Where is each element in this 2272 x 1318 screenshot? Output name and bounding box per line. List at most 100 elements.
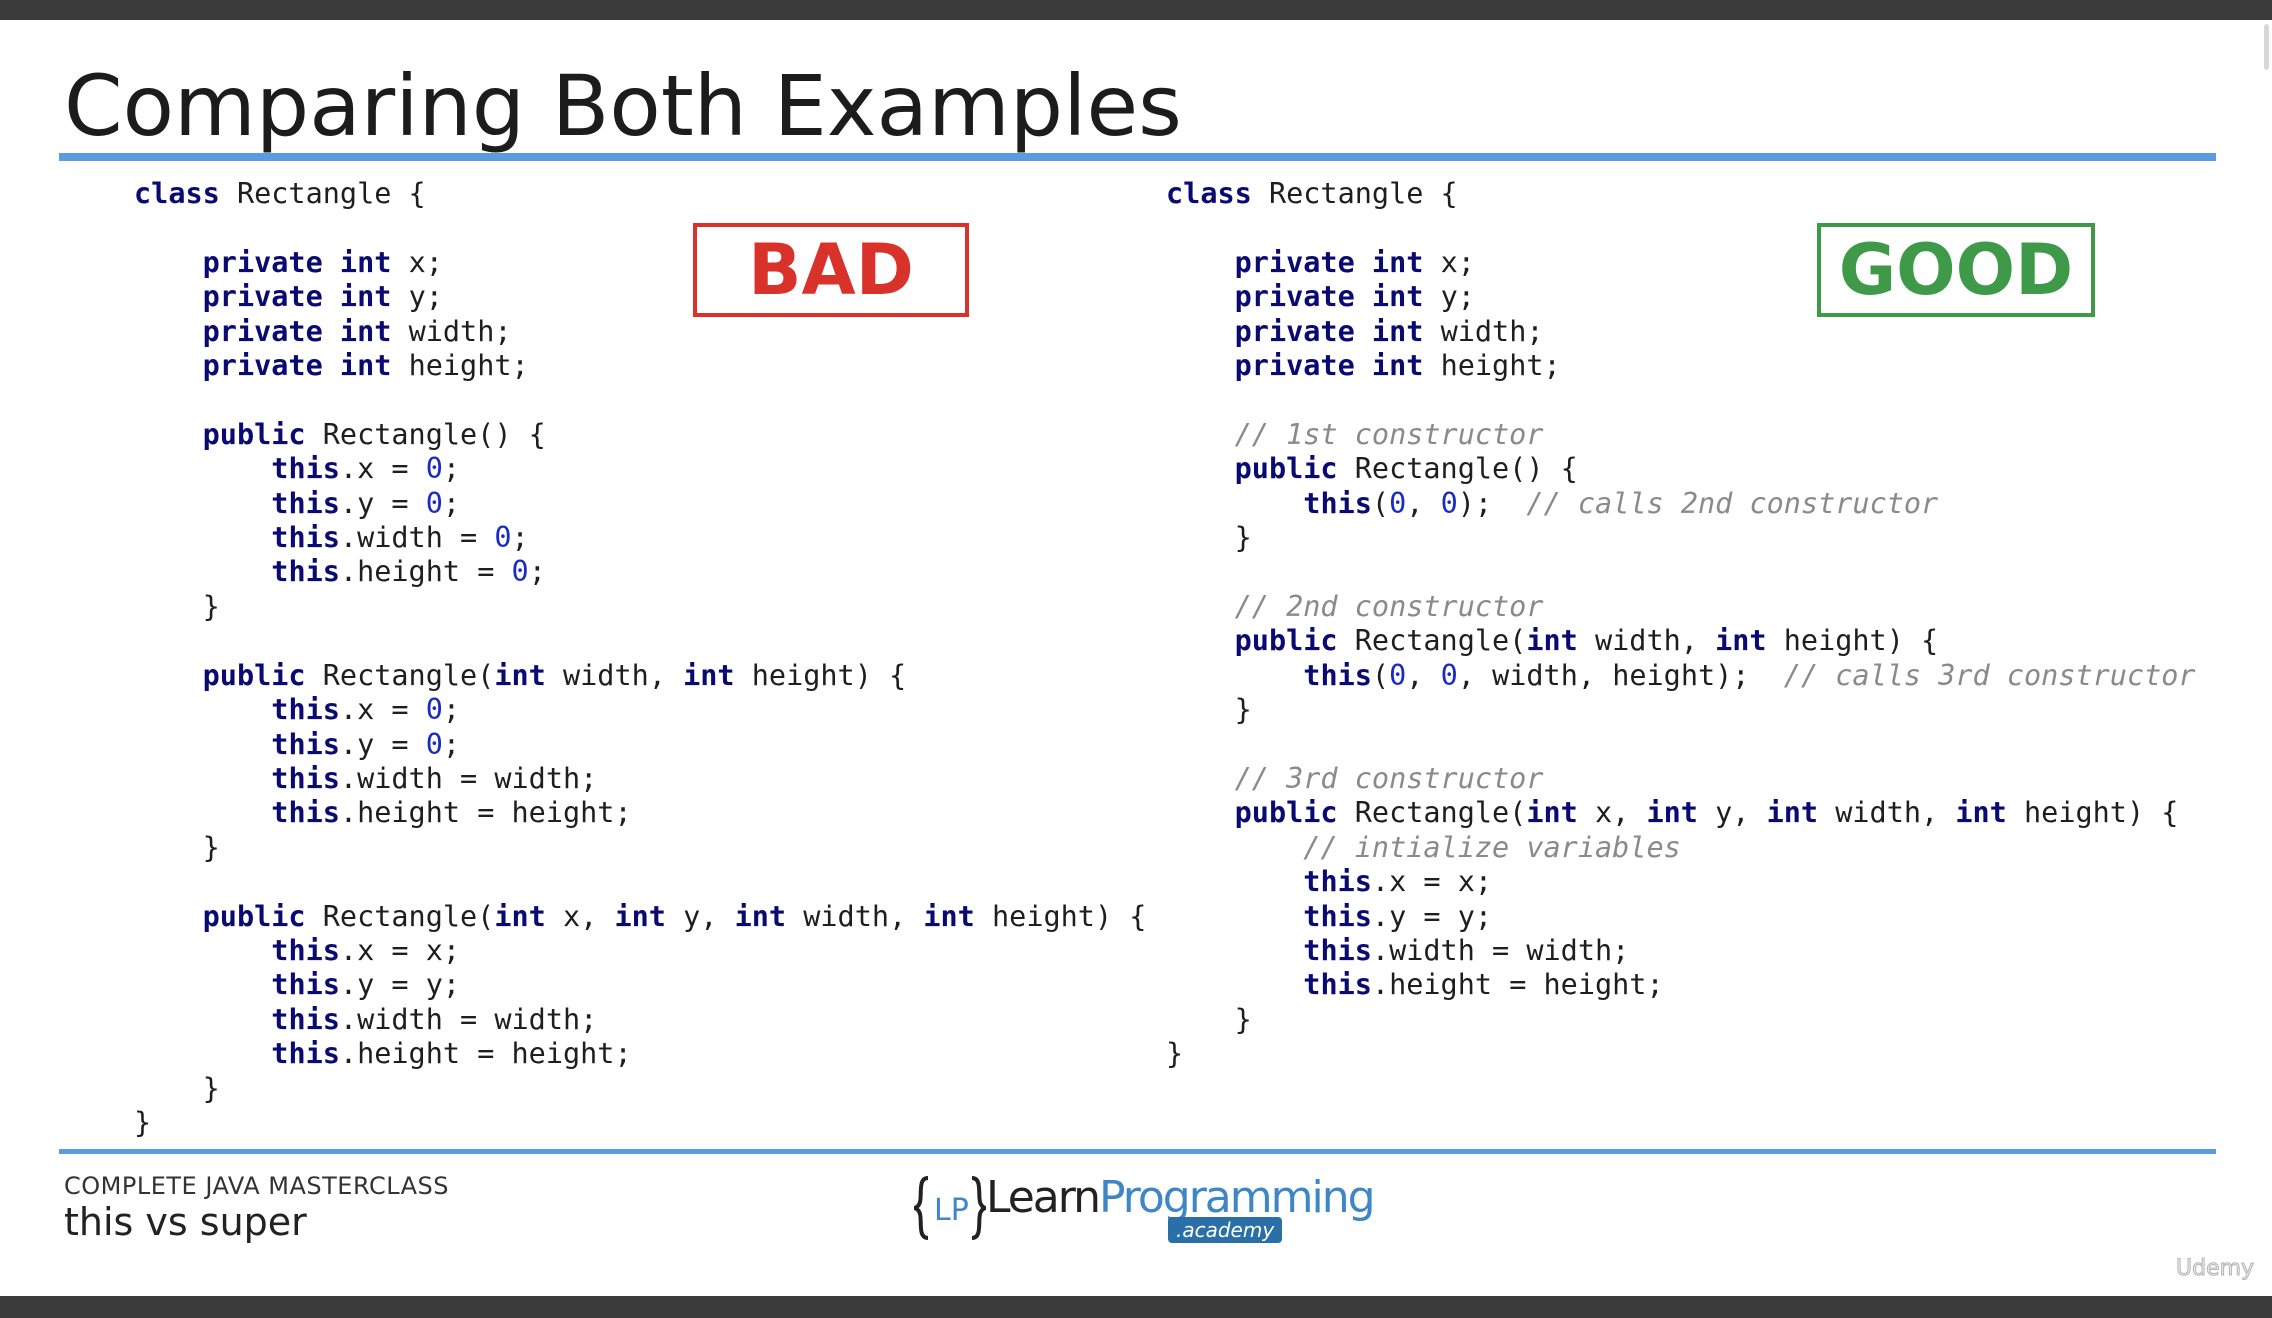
code-keyword: this	[1303, 486, 1372, 520]
code-keyword: int	[1526, 796, 1578, 830]
code-keyword: this	[271, 761, 340, 795]
window-top-bar	[0, 0, 2272, 20]
code-number: 0	[1440, 486, 1458, 520]
code-keyword: int	[1371, 245, 1424, 279]
code-keyword: public	[202, 899, 306, 933]
code-keyword: public	[1234, 796, 1338, 830]
code-keyword: this	[271, 452, 340, 486]
code-comment: // calls 3rd constructor	[1783, 658, 2196, 692]
code-keyword: int	[1371, 280, 1424, 314]
code-keyword: this	[271, 727, 340, 761]
code-comment: // 1st constructor	[1234, 417, 1544, 451]
code-line: // 2nd constructor	[1166, 590, 1544, 623]
code-keyword: this	[271, 1037, 340, 1071]
code-line: }	[1166, 521, 1252, 554]
code-text: Rectangle(	[305, 899, 495, 933]
code-text: ;	[442, 452, 461, 486]
code-text: Rectangle {	[1251, 177, 1458, 210]
code-comment: // intialize variables	[1303, 830, 1681, 864]
code-keyword: int	[1371, 349, 1424, 383]
code-text: ,	[1406, 486, 1441, 520]
code-number: 0	[1389, 658, 1407, 692]
code-keyword: int	[683, 658, 735, 692]
code-line: this.y = y;	[134, 968, 460, 1001]
code-comment: // 2nd constructor	[1234, 589, 1544, 623]
code-text: .width = width;	[339, 761, 598, 795]
code-text: height) {	[974, 899, 1147, 933]
code-text: height;	[391, 349, 529, 383]
learnprogramming-logo: LP LearnProgramming .academy	[914, 1172, 1376, 1244]
code-text: y;	[391, 280, 443, 314]
code-line: }	[134, 1072, 220, 1105]
code-line: this.width = width;	[134, 1003, 597, 1036]
code-keyword: this	[1303, 968, 1372, 1002]
code-text: width;	[391, 314, 512, 348]
code-line: }	[134, 590, 220, 623]
code-text: Rectangle(	[1337, 624, 1527, 658]
code-text: ;	[442, 486, 461, 520]
code-line: // intialize variables	[1166, 831, 1681, 864]
code-keyword: int	[494, 658, 546, 692]
code-keyword: int	[1955, 796, 2007, 830]
code-keyword: int	[339, 314, 392, 348]
code-text: width,	[786, 899, 924, 933]
code-keyword: class	[134, 177, 220, 210]
code-text: x;	[391, 245, 443, 279]
code-text: ;	[511, 521, 529, 555]
code-text: .x = x;	[339, 933, 461, 967]
code-keyword: this	[271, 968, 340, 1002]
code-text: }	[1166, 1002, 1252, 1036]
code-keyword: int	[1526, 624, 1578, 658]
code-line: // 1st constructor	[1166, 418, 1544, 451]
code-keyword: int	[494, 899, 546, 933]
code-keyword: private	[1234, 280, 1355, 314]
scrollbar-thumb[interactable]	[2264, 24, 2269, 70]
code-text: .width =	[339, 521, 495, 555]
window-bottom-bar	[0, 1296, 2272, 1318]
logo-learn-text: Learn	[986, 1172, 1101, 1223]
code-keyword: this	[271, 933, 340, 967]
code-line: this.y = 0;	[134, 728, 460, 761]
footer-divider	[59, 1149, 2216, 1154]
slide-title: Comparing Both Examples	[64, 57, 1182, 155]
code-text: .height = height;	[1371, 968, 1664, 1002]
code-keyword: this	[1303, 865, 1372, 899]
code-number: 0	[425, 693, 443, 727]
code-text: x,	[1577, 796, 1647, 830]
code-text: .y = y;	[1371, 899, 1493, 933]
code-keyword: private	[202, 245, 323, 279]
code-line: this.width = width;	[1166, 934, 1629, 967]
code-text: }	[1166, 521, 1252, 555]
code-line: private int y;	[1166, 280, 1475, 313]
code-keyword: private	[1234, 245, 1355, 279]
lp-brace-icon: LP	[914, 1176, 986, 1240]
code-text: .height = height;	[339, 796, 632, 830]
code-text: (	[1371, 486, 1390, 520]
code-line: private int height;	[1166, 349, 1561, 382]
code-keyword: public	[1234, 624, 1338, 658]
code-line: this.y = 0;	[134, 487, 460, 520]
code-text: ,	[1406, 658, 1441, 692]
code-keyword: int	[1371, 314, 1424, 348]
lesson-name: this vs super	[64, 1200, 307, 1244]
code-line: }	[1166, 1003, 1252, 1036]
code-line: }	[1166, 1037, 1183, 1070]
code-keyword: public	[202, 417, 306, 451]
code-number: 0	[425, 452, 443, 486]
code-line: this.height = 0;	[134, 555, 546, 588]
